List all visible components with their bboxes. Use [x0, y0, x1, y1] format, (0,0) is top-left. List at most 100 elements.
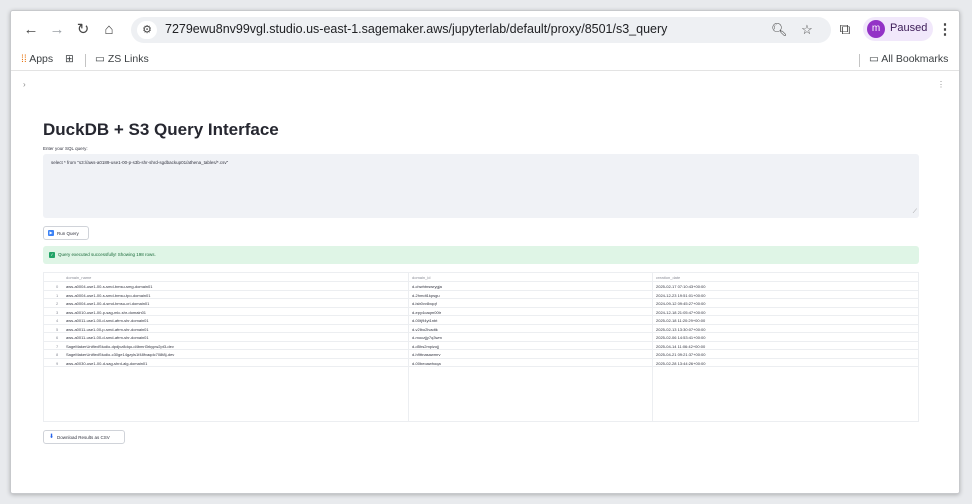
bookmark-all[interactable]: ▭ All Bookmarks	[869, 53, 948, 65]
run-query-label: Run Query	[57, 231, 79, 236]
bookmark-apps-label: Apps	[29, 53, 54, 65]
app-menu-icon[interactable]: ⋮	[937, 80, 945, 89]
bookmark-zs-links[interactable]: ▭ ZS Links	[95, 53, 149, 65]
bookmarks-bar: ⁞⁞ Apps ⊞ ▭ ZS Links ▭ All Bookmarks	[11, 49, 959, 71]
sql-query-text: select * from "s3://aws-a0189-use1-00-p-…	[51, 160, 229, 165]
bookmark-all-label: All Bookmarks	[881, 53, 949, 65]
row-index: 3	[56, 309, 59, 315]
sql-query-input[interactable]: select * from "s3://aws-a0189-use1-00-p-…	[43, 154, 919, 218]
cell-creation-date: 2024-12-18 21:05:47+00:00	[656, 309, 706, 315]
table-row[interactable]: 6 aws-a0011-use1-00-d-smd-afrm-shr-domain…	[44, 333, 918, 342]
cell-domain-name: aws-a0010-use1-00-p-sag-mlc-shr-domain01	[66, 309, 147, 315]
avatar: m	[867, 20, 885, 38]
column-header-creation-date[interactable]: creation_date	[656, 275, 680, 280]
cell-domain-name: aws-a0011-use1-00-d-smd-afrm-shr-domain0…	[66, 318, 149, 323]
cell-domain-name: aws-a0004-use1-00-s-smd-bmsu-tpo-domain0…	[66, 292, 151, 298]
folder-icon: ▭	[869, 53, 879, 65]
cell-domain-id: d-lsb0vv8xqqf	[412, 301, 437, 306]
cell-creation-date: 2025-04-21 09:21:37+00:00	[656, 352, 706, 357]
cell-domain-id: d-00tj94yt1nbt	[412, 318, 438, 323]
cell-domain-name: aws-a0004-use1-00-d-smd-bmsu-cri-domain0…	[66, 301, 150, 306]
cell-domain-id: d-00beoawhoqa	[412, 360, 441, 366]
table-row[interactable]: 9 aws-a0030-use1-00-d-sag-shrd-alg-domain…	[44, 359, 918, 367]
reload-icon[interactable]: ↻	[73, 20, 93, 40]
success-alert: ✓ Query executed successfully! Showing 1…	[43, 246, 919, 264]
row-index: 4	[56, 318, 59, 323]
row-index: 8	[56, 352, 59, 357]
cell-creation-date: 2025-02-13 13:30:07+00:00	[656, 326, 706, 332]
table-row[interactable]: 1 aws-a0004-use1-00-s-smd-bmsu-tpo-domain…	[44, 291, 918, 299]
bookmark-zs-links-label: ZS Links	[107, 53, 149, 65]
row-index: 5	[56, 326, 59, 332]
sidebar-expand-icon[interactable]: ›	[23, 80, 26, 89]
cell-creation-date: 2025-02-18 11:20:29+00:00	[656, 318, 706, 323]
home-icon[interactable]: ⌂	[99, 20, 119, 40]
site-info-icon[interactable]: ⚙	[137, 21, 157, 39]
browser-window: ← → ↻ ⌂ ⚙ 7279ewu8nv99vgl.studio.us-east…	[10, 10, 960, 494]
cell-domain-id: d-epy4oaqm00tr	[412, 309, 442, 315]
profile-button[interactable]: m Paused	[863, 17, 933, 41]
cell-domain-id: d-moczjjy7q3wm	[412, 335, 442, 340]
cell-domain-name: aws-a0011-use1-00-p-smd-afrm-shr-domain0…	[66, 326, 149, 332]
table-header-row: domain_name domain_id creation_date	[44, 273, 918, 282]
column-header-domain-name[interactable]: domain_name	[66, 275, 91, 280]
extensions-icon[interactable]: ⧉	[835, 20, 855, 40]
query-label: Enter your SQL query:	[43, 146, 88, 151]
star-icon[interactable]: ☆	[799, 22, 815, 38]
column-header-domain-id[interactable]: domain_id	[412, 275, 430, 280]
browser-toolbar: ← → ↻ ⌂ ⚙ 7279ewu8nv99vgl.studio.us-east…	[11, 11, 959, 49]
bookmark-apps[interactable]: ⁞⁞ Apps	[21, 53, 53, 65]
page-title: DuckDB + S3 Query Interface	[43, 120, 279, 139]
table-row[interactable]: 5 aws-a0011-use1-00-p-smd-afrm-shr-domain…	[44, 325, 918, 333]
results-table[interactable]: domain_name domain_id creation_date 0 aws…	[43, 272, 919, 422]
bookmark-divider	[859, 54, 860, 67]
back-icon[interactable]: ←	[21, 20, 41, 40]
download-csv-label: Download Results as CSV	[57, 435, 110, 440]
cell-creation-date: 2025-04-14 11:06:42+00:00	[656, 343, 706, 349]
row-index: 2	[56, 301, 59, 306]
apps-grid-icon: ⁞⁞	[21, 53, 27, 65]
cell-domain-id: d-h9ttnasawmrv	[412, 352, 441, 357]
cell-domain-id: d-d5hs2mpizojj	[412, 343, 439, 349]
kebab-menu-icon[interactable]: ⋮	[935, 20, 955, 40]
row-index: 0	[56, 284, 59, 289]
play-icon: ▶	[48, 230, 54, 236]
app-page: › ⋮ DuckDB + S3 Query Interface Enter yo…	[11, 72, 959, 493]
table-row[interactable]: 0 aws-a0004-use1-00-s-smd-bmsu-smg-domain…	[44, 282, 918, 291]
cell-domain-name: aws-a0011-use1-00-d-smd-afrm-shr-domain0…	[66, 335, 149, 340]
cell-creation-date: 2024-09-12 09:45:27+00:00	[656, 301, 706, 306]
table-row[interactable]: 3 aws-a0010-use1-00-p-sag-mlc-shr-domain0…	[44, 308, 918, 316]
table-row[interactable]: 2 aws-a0004-use1-00-d-smd-bmsu-cri-domain…	[44, 299, 918, 308]
table-row[interactable]: 4 aws-a0011-use1-00-d-smd-afrm-shr-domain…	[44, 316, 918, 325]
profile-status: Paused	[890, 22, 928, 34]
cell-creation-date: 2025-02-28 13:44:26+00:00	[656, 360, 706, 366]
cell-domain-name: aws-a0004-use1-00-s-smd-bmsu-smg-domain0…	[66, 284, 153, 289]
address-bar[interactable]: ⚙ 7279ewu8nv99vgl.studio.us-east-1.sagem…	[131, 17, 831, 43]
row-index: 1	[56, 292, 59, 298]
table-row[interactable]: 8 SageMakerUnifiedStudio-c30ge14gzyls1f48…	[44, 350, 918, 359]
cell-domain-name: SageMakerUnifiedStudio-dpdjvz8dqo-d4bmrl…	[66, 343, 174, 349]
cell-creation-date: 2025-02-17 07:10:43+00:00	[656, 284, 706, 289]
success-message: Query executed successfully! Showing 198…	[58, 252, 156, 257]
download-icon: ⬇	[49, 434, 55, 440]
cell-domain-name: SageMakerUnifiedStudio-c30ge14gzyls1f48f…	[66, 352, 175, 357]
row-index: 6	[56, 335, 59, 340]
url-text: 7279ewu8nv99vgl.studio.us-east-1.sagemak…	[165, 22, 668, 36]
cell-domain-id: d-chwhtnswrygja	[412, 284, 442, 289]
row-index: 7	[56, 343, 59, 349]
forward-icon[interactable]: →	[47, 20, 67, 40]
check-icon: ✓	[49, 252, 55, 258]
cell-domain-id: d-v2lbo2lvadtk	[412, 326, 438, 332]
cell-domain-name: aws-a0030-use1-00-d-sag-shrd-alg-domain0…	[66, 360, 148, 366]
cell-creation-date: 2025-02-06 14:53:41+00:00	[656, 335, 706, 340]
folder-icon: ▭	[95, 53, 105, 65]
cell-creation-date: 2024-12-23 19:51:01+00:00	[656, 292, 706, 298]
run-query-button[interactable]: ▶ Run Query	[43, 226, 89, 240]
resize-handle-icon[interactable]: ⟋	[913, 209, 917, 216]
tab-groups-icon[interactable]: ⊞	[65, 53, 74, 65]
cell-domain-id: d-2hmdt1kpsgu	[412, 292, 440, 298]
zoom-icon[interactable]: 🔍︎	[771, 22, 788, 38]
download-csv-button[interactable]: ⬇ Download Results as CSV	[43, 430, 125, 444]
table-row[interactable]: 7 SageMakerUnifiedStudio-dpdjvz8dqo-d4bmr…	[44, 342, 918, 350]
bookmark-divider	[85, 54, 86, 67]
